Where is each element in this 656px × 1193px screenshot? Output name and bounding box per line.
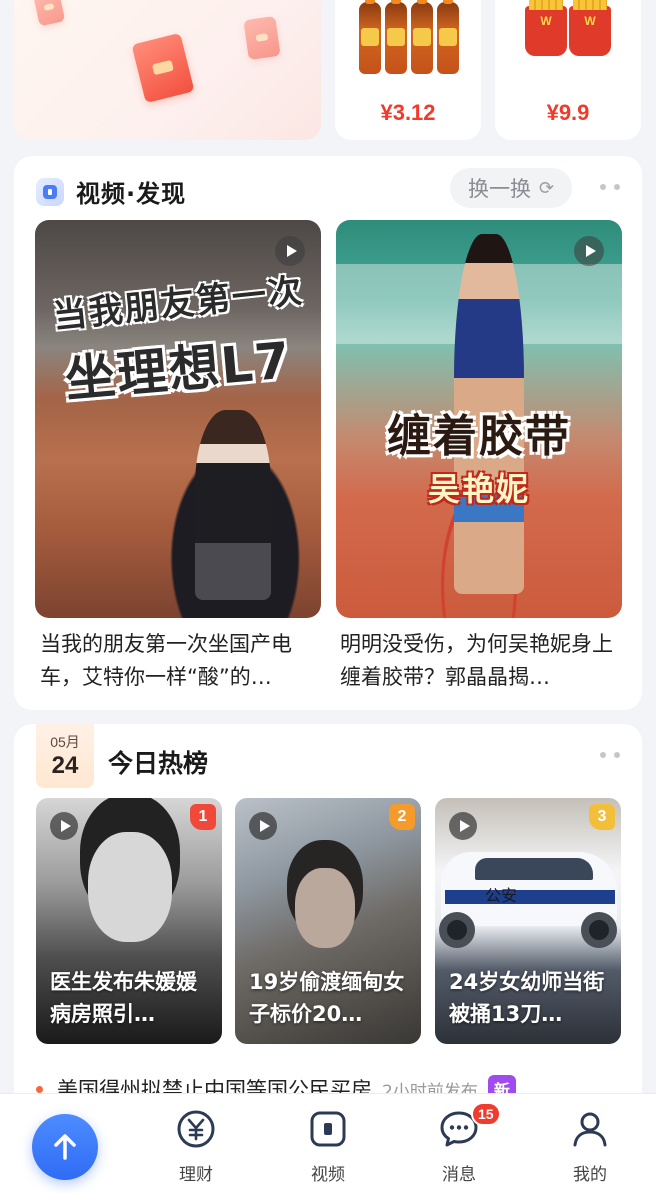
red-envelope-icon xyxy=(32,0,66,27)
video-icon xyxy=(288,1108,368,1150)
hot-item[interactable]: 1 医生发布朱媛媛病房照引… xyxy=(36,798,222,1044)
tab-label: 消息 xyxy=(442,1165,476,1185)
scroll-top-button[interactable] xyxy=(32,1114,98,1180)
tab-label: 我的 xyxy=(573,1165,607,1185)
promo-row: ¥3.12 W W ¥9.9 xyxy=(14,0,642,140)
hot-item[interactable]: 公安 3 24岁女幼师当街被捅13刀… xyxy=(435,798,621,1044)
hot-list-card: 05月 24 今日热榜 1 医生发布朱媛媛病房照引… 2 19岁偷渡缅甸女子标价… xyxy=(14,724,642,1124)
video-thumbnail[interactable]: 缠着胶带 吴艳妮 xyxy=(336,220,622,618)
tab-messages[interactable]: 15 消息 xyxy=(419,1102,501,1185)
promo-product-drink[interactable]: ¥3.12 xyxy=(335,0,481,140)
tab-finance[interactable]: 理财 xyxy=(156,1108,236,1185)
rank-badge: 1 xyxy=(190,804,216,830)
hot-item-caption: 医生发布朱媛媛病房照引… xyxy=(50,970,197,1026)
hot-item-caption: 24岁女幼师当街被捅13刀… xyxy=(449,970,605,1026)
hot-item-caption: 19岁偷渡缅甸女子标价20… xyxy=(249,970,405,1026)
promo-product-fries[interactable]: W W ¥9.9 xyxy=(495,0,641,140)
date-day: 24 xyxy=(51,752,79,779)
message-count-badge: 15 xyxy=(471,1102,501,1126)
more-options-icon[interactable] xyxy=(600,752,620,760)
person-image xyxy=(88,832,172,942)
rank-badge: 3 xyxy=(589,804,615,830)
refresh-label: 换一换 xyxy=(467,177,531,201)
bullet-dot xyxy=(36,1085,43,1093)
section-title: 视频·发现 xyxy=(76,180,187,208)
person-image xyxy=(195,410,271,600)
refresh-icon: ⟳ xyxy=(538,177,555,199)
date-badge: 05月 24 xyxy=(36,724,94,788)
tab-label: 视频 xyxy=(311,1165,345,1185)
hot-item[interactable]: 2 19岁偷渡缅甸女子标价20… xyxy=(235,798,421,1044)
video-section-icon xyxy=(36,177,64,206)
bottle-image xyxy=(411,0,433,74)
refresh-button[interactable]: 换一换 ⟳ xyxy=(450,168,572,208)
arrow-up-icon xyxy=(54,1134,76,1160)
red-envelope-icon xyxy=(131,32,195,104)
play-icon xyxy=(249,812,277,840)
fries-image: W xyxy=(525,0,567,56)
red-packet-banner[interactable] xyxy=(14,0,321,140)
promo-price: ¥9.9 xyxy=(546,100,590,125)
user-icon xyxy=(550,1108,630,1150)
bottom-tab-bar: 理财 视频 15 消息 我的 xyxy=(0,1093,656,1193)
car-stripe xyxy=(445,890,615,904)
play-icon xyxy=(50,812,78,840)
section-header: 视频·发现 xyxy=(36,174,186,209)
date-month: 05月 xyxy=(50,734,80,750)
bottle-image xyxy=(385,0,407,74)
wheel-shape xyxy=(581,912,617,948)
play-icon xyxy=(449,812,477,840)
thumbnail-overlay-text: 吴艳妮 xyxy=(427,470,530,508)
play-icon xyxy=(275,236,305,266)
tab-video[interactable]: 视频 xyxy=(288,1108,368,1185)
yuan-icon xyxy=(156,1108,236,1150)
fries-image: W xyxy=(569,0,611,56)
person-image xyxy=(295,868,355,948)
rank-badge: 2 xyxy=(389,804,415,830)
thumbnail-overlay-text: 缠着胶带 xyxy=(387,411,571,462)
bottle-image xyxy=(359,0,381,74)
video-caption[interactable]: 明明没受伤，为何吴艳妮身上缠着胶带？郭晶晶揭… xyxy=(340,628,622,694)
section-title: 今日热榜 xyxy=(108,749,209,778)
tab-label: 理财 xyxy=(179,1165,213,1185)
tab-profile[interactable]: 我的 xyxy=(550,1108,630,1185)
video-caption[interactable]: 当我的朋友第一次坐国产电车，艾特你一样“酸”的… xyxy=(40,628,322,694)
video-thumbnail[interactable]: 当我朋友第一次 坐理想L7 xyxy=(35,220,321,618)
car-text: 公安 xyxy=(485,886,518,905)
promo-price: ¥3.12 xyxy=(380,100,436,125)
wheel-shape xyxy=(439,912,475,948)
video-discovery-card: 视频·发现 换一换 ⟳ 当我朋友第一次 坐理想L7 缠着胶带 吴艳妮 当我的朋友… xyxy=(14,156,642,710)
red-envelope-icon xyxy=(243,15,281,61)
more-options-icon[interactable] xyxy=(600,184,620,192)
play-icon xyxy=(574,236,604,266)
car-window xyxy=(475,858,593,880)
bottle-image xyxy=(437,0,459,74)
